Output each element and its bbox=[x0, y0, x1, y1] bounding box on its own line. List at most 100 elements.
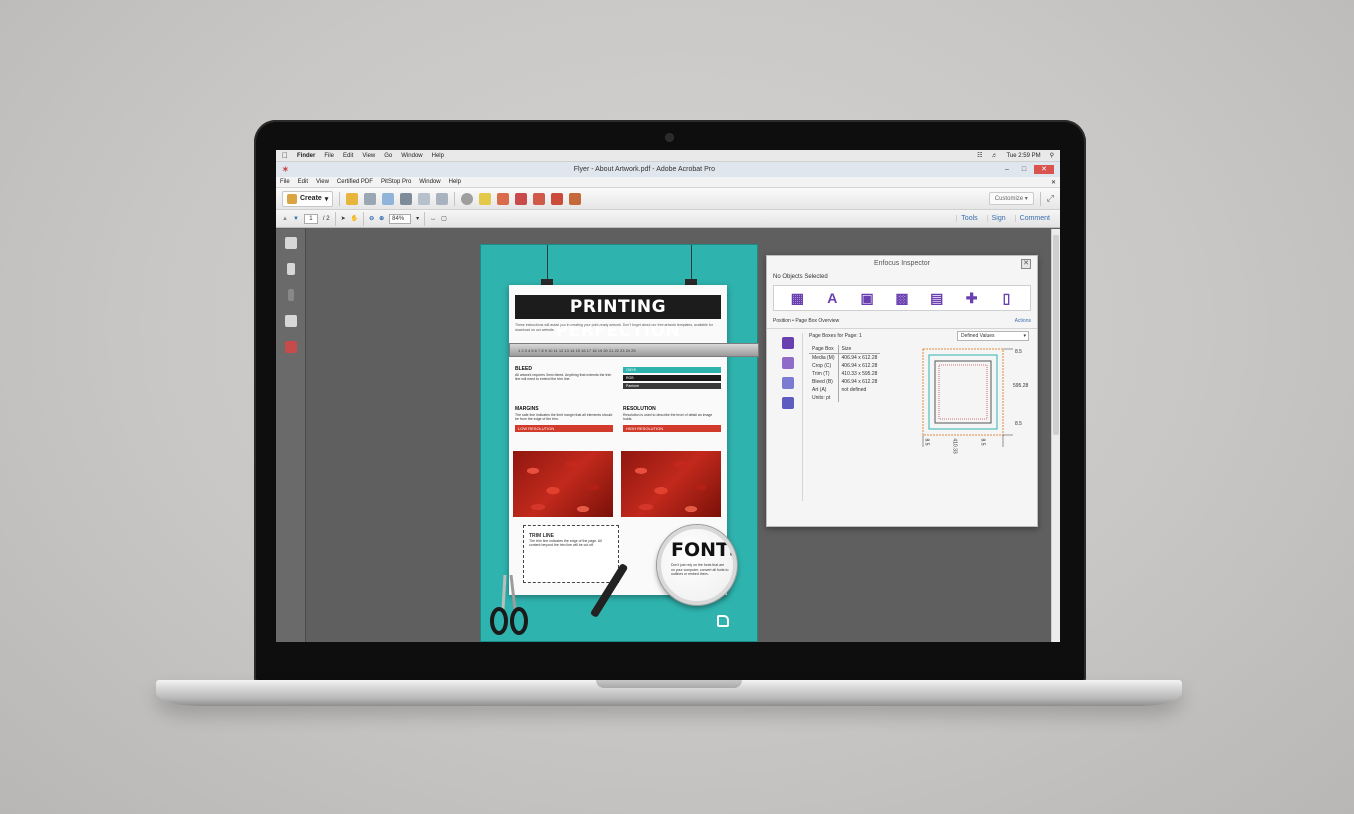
zoom-out-icon[interactable]: ⊖ bbox=[369, 215, 374, 222]
values-dropdown-label: Defined Values bbox=[961, 333, 995, 339]
fit-page-icon[interactable]: ▢ bbox=[441, 215, 447, 222]
mac-menu-view[interactable]: View bbox=[362, 153, 375, 159]
hand-tool-icon[interactable]: ✋ bbox=[351, 215, 358, 222]
mac-menu-window[interactable]: Window bbox=[401, 153, 422, 159]
rotate-icon[interactable] bbox=[781, 377, 794, 389]
menu-edit[interactable]: Edit bbox=[298, 179, 308, 185]
inspector-close-button[interactable]: ✕ bbox=[1021, 259, 1031, 269]
tab-sign[interactable]: Sign bbox=[986, 215, 1010, 222]
values-dropdown[interactable]: Defined Values ▾ bbox=[957, 331, 1029, 341]
chevron-down-icon: ▾ bbox=[1023, 333, 1026, 339]
attachments-icon[interactable] bbox=[287, 289, 294, 301]
save-icon[interactable] bbox=[364, 192, 377, 205]
next-page-icon[interactable]: ▼ bbox=[293, 216, 299, 222]
menu-file[interactable]: File bbox=[280, 179, 290, 185]
crosshair-icon[interactable]: ✚ bbox=[964, 290, 980, 306]
object-icon[interactable]: ▦ bbox=[789, 290, 805, 306]
plugin-icon[interactable] bbox=[569, 192, 582, 205]
table-row[interactable]: Trim (T) 410.33 x 595.28 bbox=[809, 370, 880, 378]
zoom-in-icon[interactable]: ⊕ bbox=[379, 215, 384, 222]
bookmarks-icon[interactable] bbox=[286, 263, 295, 275]
page-boxes-icon[interactable] bbox=[781, 357, 794, 369]
swatch-cmyk: CMYK bbox=[623, 367, 721, 373]
create-button[interactable]: Create ▾ bbox=[282, 190, 334, 207]
email-icon[interactable] bbox=[436, 192, 449, 205]
volume-icon[interactable]: ♬ bbox=[991, 153, 997, 159]
menu-pitstop-pro[interactable]: PitStop Pro bbox=[381, 179, 411, 185]
mac-menu-edit[interactable]: Edit bbox=[343, 153, 353, 159]
mac-menu-file[interactable]: File bbox=[324, 153, 334, 159]
ruler: 1 2 3 4 5 6 7 8 9 10 11 12 13 14 15 16 1… bbox=[509, 343, 759, 357]
mac-menu-help[interactable]: Help bbox=[432, 153, 444, 159]
menu-certified-pdf[interactable]: Certified PDF bbox=[337, 179, 373, 185]
table-row[interactable]: Art (A) not defined bbox=[809, 386, 880, 394]
scale-icon[interactable] bbox=[781, 397, 794, 409]
previous-page-icon[interactable]: ▲ bbox=[282, 216, 288, 222]
actions-menu[interactable]: Actions bbox=[1015, 318, 1031, 324]
signatures-icon[interactable] bbox=[284, 315, 297, 327]
filter-label[interactable]: Position • Page Box Overview bbox=[773, 318, 839, 324]
settings-icon[interactable] bbox=[461, 192, 474, 205]
close-document-icon[interactable]: ✕ bbox=[1051, 179, 1056, 186]
preflight-icon[interactable] bbox=[515, 192, 528, 205]
highlight-icon[interactable] bbox=[497, 192, 510, 205]
fix-icon[interactable] bbox=[551, 192, 564, 205]
navigation-pane bbox=[276, 229, 306, 642]
expand-icon[interactable]: ⤢ bbox=[1047, 193, 1054, 204]
table-row: Units: pt bbox=[809, 394, 880, 402]
page-number-input[interactable]: 1 bbox=[303, 213, 318, 224]
laptop-screen:  Finder File Edit View Go Window Help ☷… bbox=[276, 150, 1060, 642]
pdf-page[interactable]: PRINTING PERFECTION These instructions w… bbox=[481, 245, 759, 641]
mac-menu-finder[interactable]: Finder bbox=[297, 153, 315, 159]
print-icon[interactable] bbox=[400, 192, 413, 205]
document-icon[interactable]: ▯ bbox=[998, 290, 1014, 306]
zoom-dropdown-icon[interactable]: ▾ bbox=[416, 215, 419, 222]
fonts-heading: FONTS bbox=[671, 539, 737, 561]
maximize-button[interactable]: □ bbox=[1017, 165, 1031, 174]
image-icon[interactable]: ▣ bbox=[859, 290, 875, 306]
create-icon bbox=[287, 193, 297, 204]
layers-icon[interactable]: ▤ bbox=[929, 290, 945, 306]
dim-bottom-width: 410.33 bbox=[951, 438, 958, 454]
edit-icon[interactable] bbox=[418, 192, 431, 205]
position-icon[interactable] bbox=[781, 337, 794, 349]
menu-help[interactable]: Help bbox=[449, 179, 461, 185]
preflight-panel-icon[interactable] bbox=[284, 341, 297, 353]
comment-icon[interactable] bbox=[479, 192, 492, 205]
monitor-icon[interactable]: ▩ bbox=[894, 290, 910, 306]
table-cell: not defined bbox=[841, 387, 867, 393]
spotlight-icon[interactable]: ⚲ bbox=[1050, 152, 1054, 159]
vertical-scrollbar[interactable] bbox=[1051, 229, 1060, 642]
hanging-string bbox=[547, 245, 548, 281]
tab-tools[interactable]: Tools bbox=[956, 215, 981, 222]
brand-logo-icon bbox=[717, 615, 729, 627]
table-cell bbox=[838, 394, 880, 402]
tab-comment[interactable]: Comment bbox=[1014, 215, 1054, 222]
open-folder-icon[interactable] bbox=[346, 192, 359, 205]
clock[interactable]: Tue 2:59 PM bbox=[1006, 153, 1040, 159]
scrollbar-thumb[interactable] bbox=[1053, 235, 1059, 435]
page-thumbnails-icon[interactable] bbox=[284, 237, 297, 249]
page-total: / 2 bbox=[322, 215, 330, 222]
cloud-icon[interactable] bbox=[382, 192, 395, 205]
menu-window[interactable]: Window bbox=[419, 179, 440, 185]
zoom-input[interactable]: 84% bbox=[389, 213, 412, 224]
menu-view[interactable]: View bbox=[316, 179, 329, 185]
close-button[interactable]: ✕ bbox=[1034, 165, 1054, 174]
apple-icon[interactable]:  bbox=[282, 151, 288, 160]
select-tool-icon[interactable]: ➤ bbox=[341, 215, 346, 222]
app-menubar: File Edit View Certified PDF PitStop Pro… bbox=[276, 177, 1060, 188]
table-row[interactable]: Media (M) 406.94 x 612.28 bbox=[809, 353, 880, 362]
minimize-button[interactable]: – bbox=[1000, 165, 1014, 174]
text-icon[interactable]: A bbox=[824, 290, 840, 306]
pages-icon[interactable] bbox=[533, 192, 546, 205]
mac-menu-go[interactable]: Go bbox=[384, 153, 392, 159]
fit-width-icon[interactable]: ↔ bbox=[430, 216, 436, 222]
wifi-icon[interactable]: ☷ bbox=[977, 152, 982, 159]
table-row[interactable]: Crop (C) 406.94 x 612.28 bbox=[809, 362, 880, 370]
laptop-base bbox=[156, 680, 1182, 706]
resolution-text: Resolution is used to describe the level… bbox=[623, 412, 713, 422]
table-row[interactable]: Bleed (B) 406.94 x 612.28 bbox=[809, 378, 880, 386]
inspector-tool-row: ▦ A ▣ ▩ ▤ ✚ ▯ bbox=[773, 285, 1031, 311]
customize-button[interactable]: Customize ▾ bbox=[988, 192, 1034, 205]
